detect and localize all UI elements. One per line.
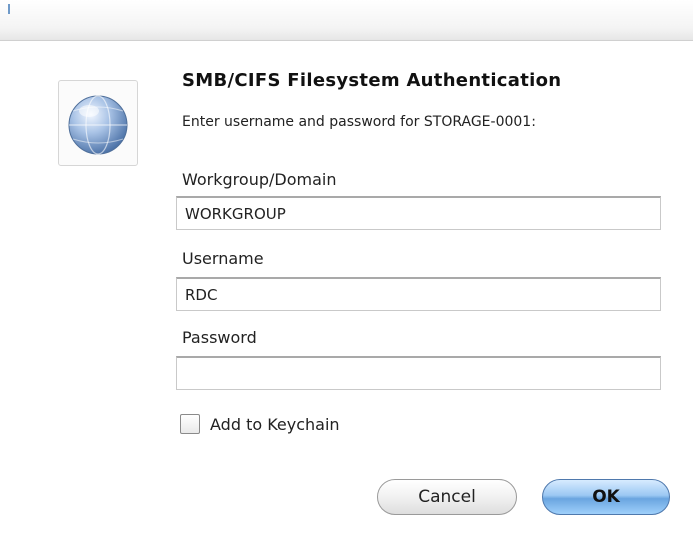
keychain-label: Add to Keychain [210,414,340,434]
window-titlebar [0,0,693,41]
keychain-checkbox[interactable] [180,414,200,434]
cancel-button[interactable]: Cancel [377,479,517,515]
network-globe-icon [58,80,138,166]
keychain-option[interactable]: Add to Keychain [180,414,340,434]
auth-dialog: SMB/CIFS Filesystem Authentication Enter… [0,0,693,541]
workgroup-field[interactable] [176,196,661,230]
window-edge [8,4,10,14]
workgroup-label: Workgroup/Domain [182,170,337,189]
password-label: Password [182,328,257,347]
username-field[interactable] [176,277,661,311]
password-field[interactable] [176,356,661,390]
username-label: Username [182,249,264,268]
dialog-message: Enter username and password for STORAGE-… [182,114,536,130]
ok-button[interactable]: OK [542,479,670,515]
dialog-title: SMB/CIFS Filesystem Authentication [182,70,562,91]
